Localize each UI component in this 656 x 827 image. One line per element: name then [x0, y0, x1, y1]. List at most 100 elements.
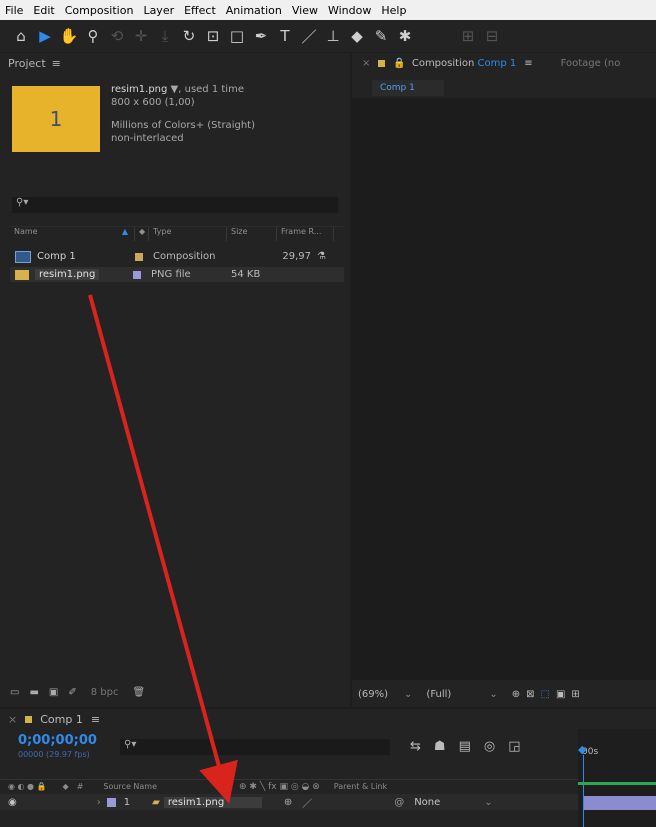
- item-name: resim1.png: [35, 269, 100, 280]
- layer-name[interactable]: resim1.png: [163, 796, 262, 808]
- resolution-dropdown[interactable]: (Full): [426, 689, 451, 700]
- close-icon[interactable]: ×: [362, 58, 370, 69]
- render-queue-icon[interactable]: ✐: [68, 687, 76, 698]
- label-swatch[interactable]: [106, 797, 116, 807]
- column-name[interactable]: Name ▲: [10, 227, 135, 241]
- frame-blending-icon[interactable]: ▤: [459, 739, 484, 754]
- menu-animation[interactable]: Animation: [221, 4, 287, 17]
- chevron-down-icon[interactable]: ⌄: [489, 689, 497, 700]
- selection-tool-icon[interactable]: ▶: [34, 25, 56, 47]
- project-title[interactable]: Project: [8, 57, 46, 70]
- column-type[interactable]: Type: [149, 227, 227, 241]
- layer-row[interactable]: ◉ › 1 ▰ resim1.png ⊕ ／ @ None ⌄: [0, 794, 578, 810]
- grid-icon[interactable]: ⊞: [571, 689, 579, 700]
- timeline-search-input[interactable]: ⚲▾: [120, 739, 390, 755]
- project-search-input[interactable]: ⚲▾: [12, 197, 338, 213]
- chevron-down-icon[interactable]: ⌄: [484, 797, 492, 808]
- pan-camera-icon[interactable]: ✛: [130, 25, 152, 47]
- label-color-swatch[interactable]: [133, 270, 141, 279]
- time-ruler-area[interactable]: 00s ◆: [578, 729, 656, 827]
- orbit-camera-icon[interactable]: ⟲: [106, 25, 128, 47]
- project-item-png[interactable]: resim1.png PNG file 54 KB: [10, 267, 344, 282]
- chevron-down-icon[interactable]: ⌄: [404, 689, 412, 700]
- comp-breadcrumb[interactable]: Comp 1: [372, 80, 444, 96]
- label-swatch: [378, 59, 386, 67]
- item-frame-rate: 29,97: [282, 251, 311, 262]
- pan-behind-tool-icon[interactable]: ⊡: [202, 25, 224, 47]
- rectangle-tool-icon[interactable]: □: [226, 25, 248, 47]
- bit-depth-label[interactable]: 8 bpc: [91, 687, 119, 698]
- transparency-grid-icon[interactable]: ⊠: [526, 689, 534, 700]
- menu-window[interactable]: Window: [323, 4, 376, 17]
- layer-columns: ◉ ◐ ● 🔒 ◆ # Source Name ⊕ ✱ ╲ fx ▣ ◎ ◒ ⊗…: [0, 779, 578, 793]
- project-item-comp[interactable]: Comp 1 Composition 29,97 ⚗: [10, 249, 344, 264]
- lock-icon[interactable]: 🔒: [393, 58, 405, 69]
- composition-viewer[interactable]: [352, 98, 656, 680]
- label-color-swatch[interactable]: [135, 252, 143, 261]
- zoom-tool-icon[interactable]: ⚲: [82, 25, 104, 47]
- panel-menu-icon[interactable]: ≡: [52, 57, 61, 70]
- brush-tool-icon[interactable]: ／: [298, 25, 320, 47]
- puppet-pin-icon[interactable]: ✱: [394, 25, 416, 47]
- source-name-column[interactable]: Source Name: [103, 782, 157, 791]
- menu-composition[interactable]: Composition: [60, 4, 139, 17]
- motion-blur-icon[interactable]: ◎: [484, 739, 508, 754]
- shy-layers-icon[interactable]: ☗: [434, 739, 459, 754]
- timeline-tab[interactable]: Comp 1: [40, 713, 83, 726]
- pick-whip-icon[interactable]: @: [394, 797, 404, 808]
- interpret-footage-icon[interactable]: ▭: [10, 687, 19, 698]
- fast-previews-icon[interactable]: ⊕: [512, 689, 520, 700]
- region-of-interest-icon[interactable]: ▣: [556, 689, 565, 700]
- current-timecode[interactable]: 0;00;00;00: [18, 733, 97, 748]
- expand-chevron-icon[interactable]: ›: [97, 797, 101, 808]
- eye-icon[interactable]: ◉: [8, 797, 17, 808]
- label-column-icon[interactable]: ◆: [135, 227, 149, 241]
- new-composition-icon[interactable]: ▣: [49, 687, 58, 698]
- quality-switch-icon[interactable]: ／: [302, 795, 312, 810]
- graph-editor-icon[interactable]: ◲: [508, 739, 533, 754]
- layer-duration-bar[interactable]: [584, 796, 656, 810]
- footage-name: resim1.png: [111, 84, 168, 95]
- home-icon[interactable]: ⌂: [10, 25, 32, 47]
- flowchart-icon[interactable]: ⚗: [317, 251, 326, 262]
- footage-tab[interactable]: Footage (no: [561, 58, 621, 69]
- menu-edit[interactable]: Edit: [28, 4, 59, 17]
- composition-tab[interactable]: Composition Comp 1: [412, 58, 516, 69]
- menu-effect[interactable]: Effect: [179, 4, 221, 17]
- menu-file[interactable]: File: [0, 4, 28, 17]
- panel-menu-icon[interactable]: ≡: [524, 58, 532, 69]
- playhead-icon[interactable]: ◆: [578, 743, 590, 756]
- type-tool-icon[interactable]: T: [274, 25, 296, 47]
- label-column-icon[interactable]: ◆: [63, 782, 69, 791]
- axis-mode-icon[interactable]: ⊞: [457, 25, 479, 47]
- zoom-dropdown[interactable]: (69%): [358, 689, 388, 700]
- close-icon[interactable]: ×: [8, 713, 17, 726]
- item-type: Composition: [153, 251, 216, 262]
- new-folder-icon[interactable]: ▬: [29, 687, 38, 698]
- mask-visibility-icon[interactable]: ⬚: [541, 689, 550, 700]
- pen-tool-icon[interactable]: ✒: [250, 25, 272, 47]
- column-frame-rate[interactable]: Frame R...: [277, 227, 334, 241]
- clone-stamp-icon[interactable]: ⊥: [322, 25, 344, 47]
- work-area-bar[interactable]: [578, 782, 656, 785]
- delete-icon[interactable]: 🗑: [132, 687, 145, 698]
- menu-bar: File Edit Composition Layer Effect Anima…: [0, 0, 656, 20]
- parent-dropdown[interactable]: None: [414, 797, 440, 808]
- menu-help[interactable]: Help: [376, 4, 411, 17]
- eraser-tool-icon[interactable]: ◆: [346, 25, 368, 47]
- thumbnail-label: 1: [49, 107, 63, 131]
- dolly-camera-icon[interactable]: ⤓: [154, 25, 176, 47]
- shy-switch-icon[interactable]: ⊕: [284, 797, 292, 808]
- hand-tool-icon[interactable]: ✋: [58, 25, 80, 47]
- roto-brush-icon[interactable]: ✎: [370, 25, 392, 47]
- snapping-icon[interactable]: ⊟: [481, 25, 503, 47]
- rotation-tool-icon[interactable]: ↻: [178, 25, 200, 47]
- menu-view[interactable]: View: [287, 4, 323, 17]
- parent-link-column[interactable]: Parent & Link: [334, 782, 387, 791]
- current-time-indicator[interactable]: [583, 755, 584, 827]
- panel-menu-icon[interactable]: ≡: [91, 713, 100, 726]
- comp-mini-flowchart-icon[interactable]: ⇆: [410, 739, 434, 754]
- column-size[interactable]: Size: [227, 227, 277, 241]
- switches-column-icon: ⊕ ✱ ╲ fx ▣ ◎ ◒ ⊗: [239, 781, 320, 792]
- menu-layer[interactable]: Layer: [138, 4, 179, 17]
